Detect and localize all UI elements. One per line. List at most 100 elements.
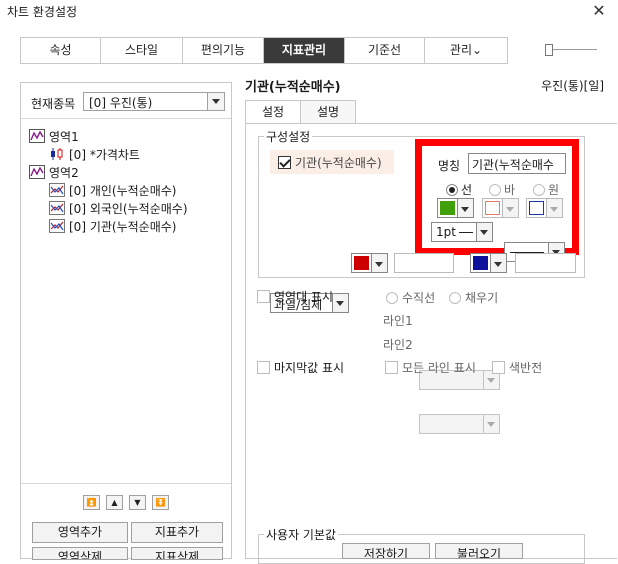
move-buttons: ⏫ ▲ ▼ ⏬ <box>83 495 169 510</box>
all-lines-toggle[interactable]: 모든 라인 표시 <box>385 359 476 376</box>
indicator-icon <box>49 183 65 197</box>
chevron-down-icon[interactable] <box>503 198 519 218</box>
move-down-icon[interactable]: ▼ <box>129 495 146 510</box>
tree-label: [0] *가격차트 <box>69 147 140 162</box>
move-up-icon[interactable]: ▲ <box>106 495 123 510</box>
indicator-icon <box>49 201 65 215</box>
chevron-down-icon[interactable] <box>491 253 507 273</box>
name-input[interactable]: 기관(누적순매수 <box>468 153 566 174</box>
radio-vertical-line-label: 수직선 <box>402 291 436 305</box>
all-lines-checkbox[interactable] <box>385 361 398 374</box>
radio-fill-button[interactable] <box>449 291 461 304</box>
tree-node-area1[interactable]: 영역1 <box>29 127 229 145</box>
tab-indicator-management[interactable]: 지표관리 <box>264 38 345 63</box>
line-width-value: 1pt <box>436 225 456 239</box>
tab-manage[interactable]: 관리⌄ <box>425 38 507 63</box>
slider-thumb[interactable] <box>545 44 553 56</box>
radio-line[interactable]: 선 <box>446 181 472 198</box>
area-chart-icon <box>29 129 45 143</box>
chevron-down-icon[interactable] <box>207 93 224 110</box>
tree-label: [0] 기관(누적순매수) <box>69 219 177 234</box>
last-value-toggle[interactable]: 마지막값 표시 <box>257 359 344 376</box>
radio-bar[interactable]: 바 <box>489 181 515 198</box>
line1-label: 라인1 <box>383 314 413 328</box>
window-title: 차트 환경설정 <box>7 5 78 19</box>
chevron-down-icon[interactable] <box>458 198 474 218</box>
chevron-down-icon[interactable] <box>483 415 499 433</box>
area-band-checkbox[interactable] <box>257 290 270 303</box>
tree-node-price-chart[interactable]: [0] *가격차트 <box>29 145 229 163</box>
tree-node-foreign[interactable]: [0] 외국인(누적순매수) <box>29 199 229 217</box>
radio-bar-button[interactable] <box>489 183 501 196</box>
line-width-select[interactable]: 1pt <box>431 222 493 242</box>
radio-circle-button[interactable] <box>533 183 545 196</box>
line2-select[interactable] <box>419 414 500 434</box>
move-bottom-icon[interactable]: ⏬ <box>152 495 169 510</box>
tree-label: [0] 외국인(누적순매수) <box>69 201 188 216</box>
invert-label: 색반전 <box>509 361 543 375</box>
radio-line-button[interactable] <box>446 183 458 196</box>
last-value-checkbox[interactable] <box>257 361 270 374</box>
oversold-color-swatch <box>473 256 488 270</box>
tab-properties[interactable]: 속성 <box>21 38 101 63</box>
radio-vertical-line[interactable]: 수직선 <box>386 289 435 306</box>
radio-bar-label: 바 <box>504 183 516 197</box>
size-slider[interactable] <box>545 44 597 56</box>
divider <box>21 483 231 484</box>
name-label: 명칭 <box>438 159 461 173</box>
circle-color-picker[interactable] <box>526 198 563 218</box>
composition-group-label: 구성설정 <box>264 128 313 145</box>
current-stock-select[interactable]: [0] 우진(통) <box>83 92 225 111</box>
chevron-down-icon[interactable] <box>476 223 492 241</box>
indicator-checkbox[interactable] <box>278 155 291 169</box>
radio-circle[interactable]: 원 <box>533 181 559 198</box>
tree-node-institution[interactable]: [0] 기관(누적순매수) <box>29 217 229 235</box>
line2-label: 라인2 <box>383 338 413 352</box>
chevron-down-icon[interactable] <box>547 198 563 218</box>
tab-settings[interactable]: 설정 <box>245 100 301 124</box>
overheat-color-picker[interactable] <box>351 253 388 273</box>
line-color-swatch <box>440 201 455 215</box>
delete-area-button[interactable]: 영역삭제 <box>32 547 128 560</box>
chevron-down-icon[interactable] <box>372 253 388 273</box>
bar-color-picker[interactable] <box>482 198 519 218</box>
chevron-down-icon[interactable] <box>332 294 348 312</box>
name-input-value: 기관(누적순매수 <box>472 158 554 172</box>
add-area-button[interactable]: 영역추가 <box>32 522 128 543</box>
invert-checkbox[interactable] <box>492 361 505 374</box>
indicator-tree: 영역1 [0] *가격차트 영역2 [0] 개인(누적순매수) [0] 외국인(… <box>29 127 229 235</box>
tree-node-individual[interactable]: [0] 개인(누적순매수) <box>29 181 229 199</box>
line-width-sample <box>459 232 473 233</box>
tab-baseline[interactable]: 기준선 <box>345 38 425 63</box>
oversold-color-picker[interactable] <box>470 253 507 273</box>
oversold-value-input[interactable] <box>515 253 576 273</box>
radio-fill[interactable]: 채우기 <box>449 289 498 306</box>
tab-convenience[interactable]: 편의기능 <box>183 38 264 63</box>
save-button[interactable]: 저장하기 <box>342 543 430 559</box>
user-default-label: 사용자 기본값 <box>264 526 339 543</box>
bar-color-swatch <box>485 201 500 215</box>
close-icon[interactable]: ✕ <box>590 1 608 21</box>
top-tab-bar: 속성 스타일 편의기능 지표관리 기준선 관리⌄ <box>20 37 508 64</box>
tab-style[interactable]: 스타일 <box>101 38 183 63</box>
load-button[interactable]: 불러오기 <box>435 543 523 559</box>
overheat-value-input[interactable] <box>394 253 454 273</box>
indicator-item[interactable]: 기관(누적순매수) <box>270 150 394 174</box>
area-band-toggle[interactable]: 영역대 표시 <box>257 288 333 305</box>
tree-node-area2[interactable]: 영역2 <box>29 163 229 181</box>
stock-period-label: 우진(통)[일] <box>541 79 604 93</box>
current-stock-value: [0] 우진(통) <box>89 96 153 110</box>
move-top-icon[interactable]: ⏫ <box>83 495 100 510</box>
invert-toggle[interactable]: 색반전 <box>492 359 542 376</box>
tree-label: [0] 개인(누적순매수) <box>69 183 177 198</box>
current-stock-label: 현재종목 <box>31 97 76 111</box>
tab-description[interactable]: 설명 <box>300 100 356 124</box>
radio-fill-label: 채우기 <box>465 291 499 305</box>
radio-vertical-line-button[interactable] <box>386 291 398 304</box>
indicator-tree-panel: 현재종목 [0] 우진(통) 영역1 [0] *가격차트 영역2 [0] 개인(… <box>20 82 232 560</box>
line-color-picker[interactable] <box>437 198 474 218</box>
add-indicator-button[interactable]: 지표추가 <box>131 522 223 543</box>
delete-indicator-button[interactable]: 지표삭제 <box>131 547 223 560</box>
candlestick-icon <box>51 148 63 160</box>
area-band-label: 영역대 표시 <box>274 290 334 304</box>
